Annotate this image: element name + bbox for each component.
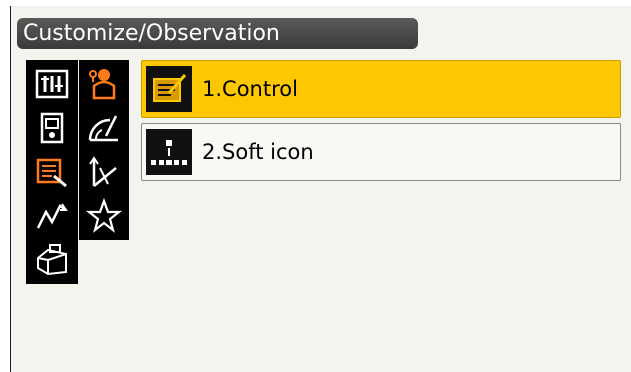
toolbox-icon[interactable] bbox=[32, 240, 72, 280]
graph-line-icon[interactable] bbox=[32, 196, 72, 236]
sidebar-column-1 bbox=[26, 60, 78, 284]
document-edit-icon[interactable] bbox=[32, 152, 72, 192]
instrument-icon[interactable] bbox=[32, 108, 72, 148]
menu-item-label: 1.Control bbox=[202, 77, 298, 101]
observation-settings-icon[interactable] bbox=[32, 64, 72, 104]
soft-icon-dots-icon bbox=[146, 129, 192, 175]
menu-item-control[interactable]: 1.Control bbox=[141, 60, 621, 118]
pencil-notepad-icon bbox=[146, 66, 192, 112]
operator-icon[interactable] bbox=[84, 64, 124, 104]
page-title: Customize/Observation bbox=[17, 18, 418, 49]
sidebar-column-2 bbox=[79, 60, 129, 240]
vector-axes-icon[interactable] bbox=[84, 152, 124, 192]
screen: Customize/Observation 1.Control 2.Soft i… bbox=[10, 6, 631, 372]
angle-measure-icon[interactable] bbox=[84, 108, 124, 148]
star-icon[interactable] bbox=[84, 196, 124, 236]
menu-item-label: 2.Soft icon bbox=[202, 140, 314, 164]
menu-item-soft-icon[interactable]: 2.Soft icon bbox=[141, 123, 621, 181]
